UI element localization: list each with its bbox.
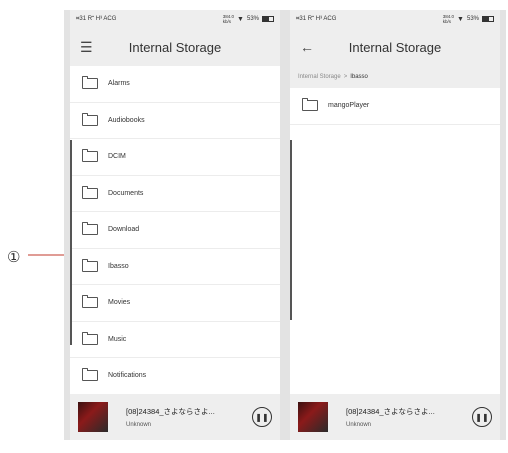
status-text: ⌗31 R⁺ H³ ACG (296, 15, 337, 22)
folder-row-music[interactable]: Music (70, 322, 280, 358)
pause-button[interactable]: ❚❚ (472, 407, 492, 427)
page-title: Internal Storage (348, 39, 442, 55)
folder-icon (82, 368, 98, 382)
folder-label: Download (108, 226, 140, 234)
menu-icon[interactable]: ☰ (80, 39, 98, 56)
track-info: [08]24384_さよならさよ... Unknown (346, 406, 472, 428)
right-phone-screen: ⌗31 R⁺ H³ ACG 384.0 kb/s ▼ 53% ← Internal… (290, 10, 500, 440)
folder-row-alarms[interactable]: Alarms (70, 66, 280, 103)
folder-icon (82, 222, 98, 236)
album-art (78, 402, 108, 432)
battery-percent: 53% (466, 16, 479, 22)
left-screenshot-frame: ⌗31 R⁺ H³ ACG 384.0 kb/s ▼ 53% ☰ Internal… (64, 10, 286, 440)
right-screenshot-frame: ⌗31 R⁺ H³ ACG 384.0 kb/s ▼ 53% ← Internal… (284, 10, 506, 440)
battery-percent: 53% (246, 16, 259, 22)
wifi-icon: ▼ (457, 15, 464, 23)
mini-player[interactable]: [08]24384_さよならさよ... Unknown ❚❚ (70, 394, 280, 440)
toolbar: ← Internal Storage (290, 28, 500, 66)
left-phone-screen: ⌗31 R⁺ H³ ACG 384.0 kb/s ▼ 53% ☰ Internal… (70, 10, 280, 440)
pause-button[interactable]: ❚❚ (252, 407, 272, 427)
folder-row-movies[interactable]: Movies (70, 285, 280, 322)
folder-list: mangoPlayer (290, 88, 500, 125)
folder-icon (82, 112, 98, 126)
track-info: [08]24384_さよならさよ... Unknown (126, 406, 252, 428)
scrollbar[interactable] (70, 140, 72, 345)
folder-label: Notifications (108, 372, 147, 380)
track-title: [08]24384_さよならさよ... (346, 407, 435, 416)
folder-icon (82, 258, 98, 272)
folder-row-notifications[interactable]: Notifications (70, 358, 280, 395)
folder-label: mangoPlayer (328, 102, 370, 110)
scrollbar[interactable] (290, 140, 292, 320)
folder-row-ibasso[interactable]: Ibasso (70, 249, 280, 285)
folder-label: Music (108, 335, 127, 343)
track-artist: Unknown (126, 422, 152, 428)
breadcrumb-current: Ibasso (350, 74, 368, 80)
breadcrumb: Internal Storage > Ibasso (290, 66, 500, 88)
status-bar: ⌗31 R⁺ H³ ACG 384.0 kb/s ▼ 53% (70, 10, 280, 28)
folder-label: Movies (108, 299, 131, 307)
folder-label: Audiobooks (108, 116, 145, 124)
folder-label: DCIM (108, 153, 126, 161)
folder-icon (82, 295, 98, 309)
folder-icon (82, 149, 98, 163)
pause-icon: ❚❚ (255, 412, 269, 422)
folder-row-documents[interactable]: Documents (70, 176, 280, 212)
folder-label: Alarms (108, 80, 130, 88)
folder-icon (82, 331, 98, 345)
breadcrumb-root[interactable]: Internal Storage (298, 74, 341, 80)
track-title: [08]24384_さよならさよ... (126, 407, 215, 416)
folder-icon (302, 98, 318, 112)
folder-icon (82, 185, 98, 199)
folder-label: Ibasso (108, 262, 129, 270)
battery-icon (262, 16, 274, 22)
callout-number: ① (7, 249, 21, 266)
back-arrow-icon[interactable]: ← (300, 39, 318, 55)
folder-list: Alarms Audiobooks DCIM Documents Downloa… (70, 66, 280, 395)
folder-icon (82, 76, 98, 90)
album-art (298, 402, 328, 432)
network-speed: 384.0 kb/s (222, 14, 235, 24)
folder-row-dcim[interactable]: DCIM (70, 139, 280, 176)
folder-row-mangoplayer[interactable]: mangoPlayer (290, 88, 500, 125)
page-title: Internal Storage (128, 39, 222, 55)
mini-player[interactable]: [08]24384_さよならさよ... Unknown ❚❚ (290, 394, 500, 440)
folder-row-audiobooks[interactable]: Audiobooks (70, 103, 280, 139)
folder-row-download[interactable]: Download (70, 212, 280, 249)
status-bar: ⌗31 R⁺ H³ ACG 384.0 kb/s ▼ 53% (290, 10, 500, 28)
wifi-icon: ▼ (237, 15, 244, 23)
status-text: ⌗31 R⁺ H³ ACG (76, 15, 117, 22)
battery-icon (482, 16, 494, 22)
track-artist: Unknown (346, 422, 372, 428)
folder-label: Documents (108, 189, 144, 197)
breadcrumb-separator: > (343, 74, 348, 80)
network-speed: 384.0 kb/s (442, 14, 455, 24)
pause-icon: ❚❚ (475, 412, 489, 422)
toolbar: ☰ Internal Storage (70, 28, 280, 66)
